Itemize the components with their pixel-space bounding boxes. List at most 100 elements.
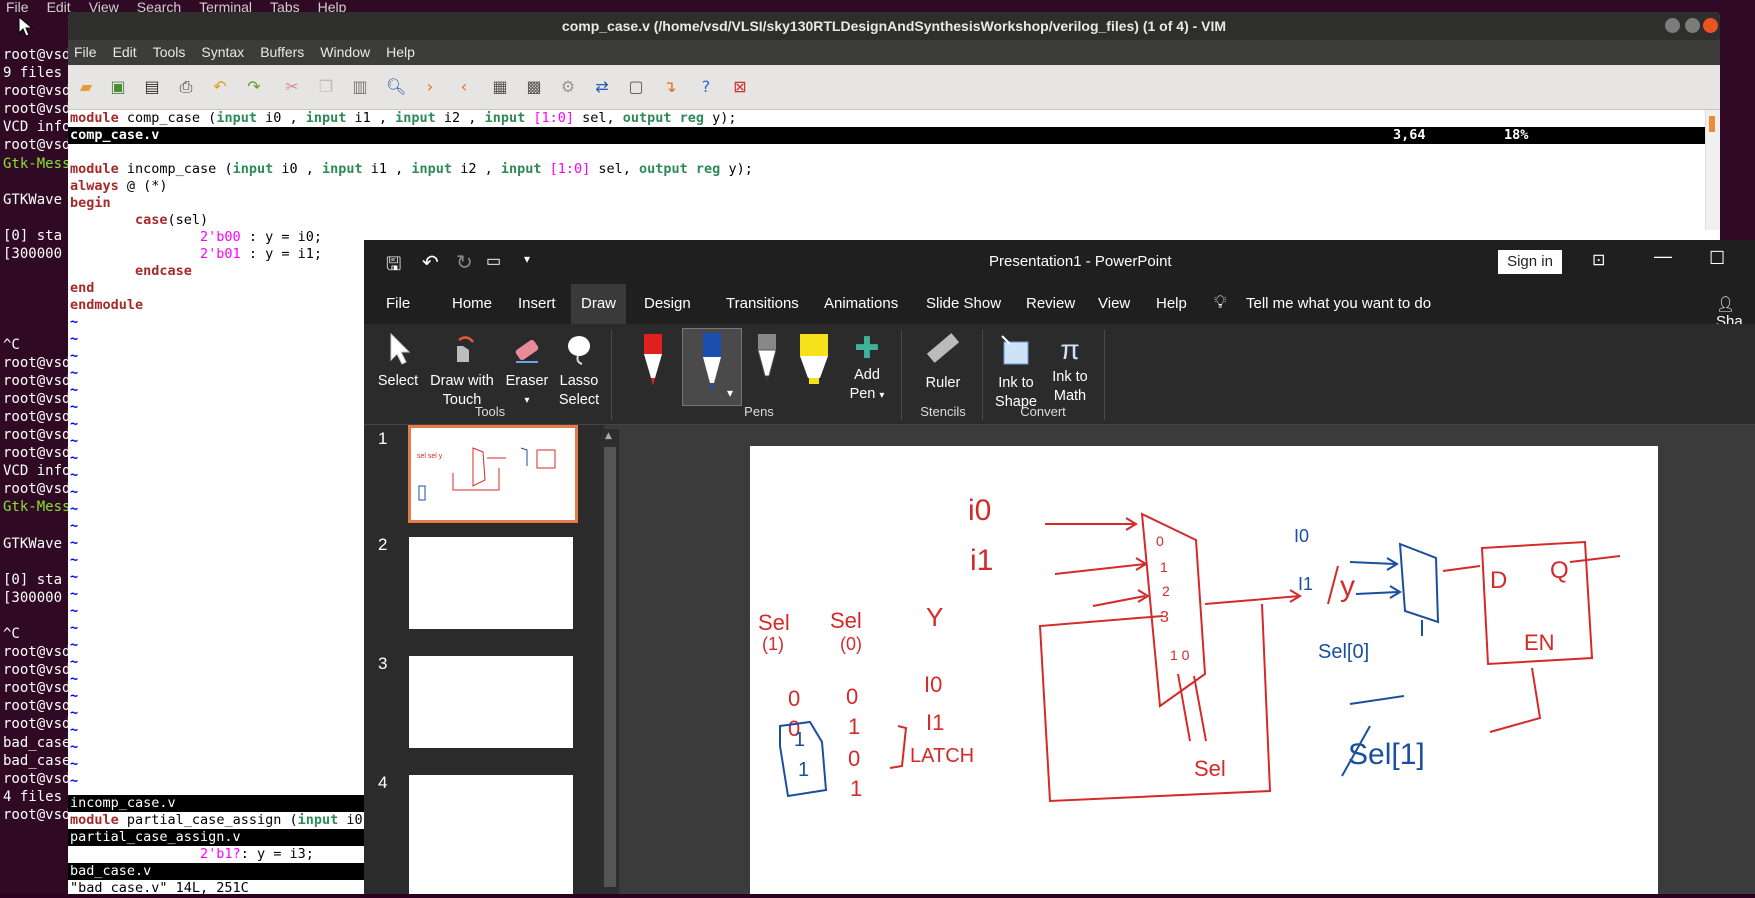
minimize-button[interactable] [1665,18,1680,33]
ctags-icon[interactable]: ↴ [660,77,680,97]
select-tool-button[interactable]: Select [376,332,420,391]
run-script-icon[interactable]: ⚙ [558,77,578,97]
tab-review[interactable]: Review [1016,284,1085,324]
paste-icon[interactable]: ▥ [350,77,370,97]
undo-icon[interactable]: ↶ [210,77,230,97]
thumbnail-scrollbar[interactable]: ▲ [601,429,619,894]
tab-animations[interactable]: Animations [814,284,908,324]
save-icon[interactable]: ▤ [142,77,162,97]
gvim-menu-tools[interactable]: Tools [153,44,186,60]
redo-icon[interactable]: ↻ [456,250,473,275]
red-pen-button[interactable] [638,332,668,392]
terminal-line: [300000 [3,246,63,263]
blue-pen-button[interactable]: ▾ [682,328,742,406]
present-icon[interactable]: ▭ [486,251,501,271]
maximize-button[interactable] [1685,18,1700,33]
make-icon[interactable]: ⇄ [592,77,612,97]
scroll-thumb[interactable] [1709,116,1715,132]
gvim-menu-file[interactable]: File [74,44,97,60]
tab-home[interactable]: Home [442,284,502,324]
code-line[interactable]: module partial_case_assign (input i0 [70,812,363,829]
tab-insert[interactable]: Insert [508,284,566,324]
save-session2-icon[interactable]: ▩ [524,77,544,97]
minimize-icon[interactable]: — [1654,246,1672,267]
maximize-icon[interactable]: ☐ [1709,248,1725,269]
load-session-icon[interactable]: ▦ [490,77,510,97]
gvim-menu-edit[interactable]: Edit [113,44,137,60]
eraser-label: Eraser [505,373,549,389]
find-replace-icon[interactable]: 🔍︎ [386,77,406,97]
find-help-icon[interactable]: ⊠ [730,77,750,97]
lightbulb-icon: 💡︎ [1214,292,1227,312]
terminal-output[interactable]: root@vsd 9 files root@vsd root@vsd VCD info r… [3,46,69,824]
print-icon[interactable]: ⎙ [176,77,196,97]
slide-thumbnail-1[interactable]: sel sel y [408,425,578,523]
tab-design[interactable]: Design [634,284,701,324]
tab-draw[interactable]: Draw [571,284,627,324]
close-button[interactable] [1703,18,1718,33]
divider [611,330,612,420]
slide-canvas[interactable]: i0 i1 y Sel (1) Sel (0) Y 0 0 I0 0 1 I1 … [750,446,1658,894]
gvim-menu-help[interactable]: Help [386,44,415,60]
find-prev-icon[interactable]: ‹ [454,77,474,97]
terminal-menu-file[interactable]: File [6,0,29,14]
ink-to-math-button[interactable]: π Ink to Math [1044,332,1096,406]
save-session-icon[interactable]: ▣ [108,77,128,97]
code-line[interactable]: always @ (*) [70,178,168,195]
scroll-thumb[interactable] [604,447,616,887]
code-line[interactable]: 2'b00 : y = i0; [70,229,322,246]
gvim-menu-syntax[interactable]: Syntax [201,44,244,60]
label-y: y [1340,570,1355,603]
tell-me-search[interactable]: Tell me what you want to do [1246,295,1431,312]
tab-help[interactable]: Help [1146,284,1197,324]
slide-thumbnail-4[interactable] [409,775,573,894]
tab-transitions[interactable]: Transitions [716,284,809,324]
lasso-select-button[interactable]: Lasso Select [554,332,604,410]
vertical-scrollbar[interactable] [1705,110,1720,230]
slide-thumbnail-2[interactable] [409,537,573,629]
add-pen-button[interactable]: ✚ Add Pen ▾ [842,332,892,405]
svg-text:sel sel y: sel sel y [417,453,443,460]
customize-toolbar-icon[interactable]: ▾ [524,252,530,266]
code-line[interactable]: module comp_case (input i0 , input i1 , … [70,110,737,127]
redo-icon[interactable]: ↷ [244,77,264,97]
copy-icon[interactable]: ❐ [316,77,336,97]
terminal-line: root@vsd [3,806,69,823]
ruler-button[interactable]: Ruler [912,332,974,393]
highlighter-button[interactable] [794,332,834,392]
eraser-button[interactable]: Eraser ▾ [502,332,552,410]
tab-file[interactable]: File [376,284,420,324]
scroll-up-icon[interactable]: ▲ [605,431,612,441]
help-icon[interactable]: ? [696,77,716,97]
pencil-button[interactable] [752,332,782,392]
ink-to-shape-button[interactable]: Ink to Shape [990,332,1042,412]
sign-in-button[interactable]: Sign in [1498,250,1562,274]
find-next-icon[interactable]: › [420,77,440,97]
save-icon[interactable]: 🖫︎ [386,252,401,282]
label-y-col: Y [926,602,943,632]
terminal-line: root@vsd [3,698,69,715]
slide-thumbnail-3[interactable] [409,656,573,748]
draw-touch-label-1: Draw with [430,373,494,389]
code-line[interactable]: endcase [70,263,192,280]
label-q: Q [1550,557,1569,584]
code-line[interactable]: case(sel) [70,212,208,229]
gvim-menu-window[interactable]: Window [320,44,370,60]
code-line[interactable]: begin [70,195,111,212]
open-icon[interactable]: ▰ [76,77,96,97]
tab-slide-show[interactable]: Slide Show [916,284,1011,324]
pi-icon: π [1060,334,1080,365]
ribbon-display-icon[interactable]: ⊡ [1592,250,1605,270]
gvim-menu-buffers[interactable]: Buffers [260,44,304,60]
cut-icon[interactable]: ✂ [282,77,302,97]
code-line[interactable]: endmodule [70,297,143,314]
code-line[interactable]: 2'b01 : y = i1; [70,246,322,263]
lasso-label-1: Lasso [559,373,599,389]
draw-with-touch-button[interactable]: Draw with Touch [424,332,500,410]
code-line[interactable]: end [70,280,94,297]
code-line[interactable]: 2'b1?: y = i3; [70,846,314,863]
code-line[interactable]: module incomp_case (input i0 , input i1 … [70,161,753,178]
shell-icon[interactable]: ▢ [626,77,646,97]
tab-view[interactable]: View [1088,284,1140,324]
undo-icon[interactable]: ↶ [422,250,439,275]
